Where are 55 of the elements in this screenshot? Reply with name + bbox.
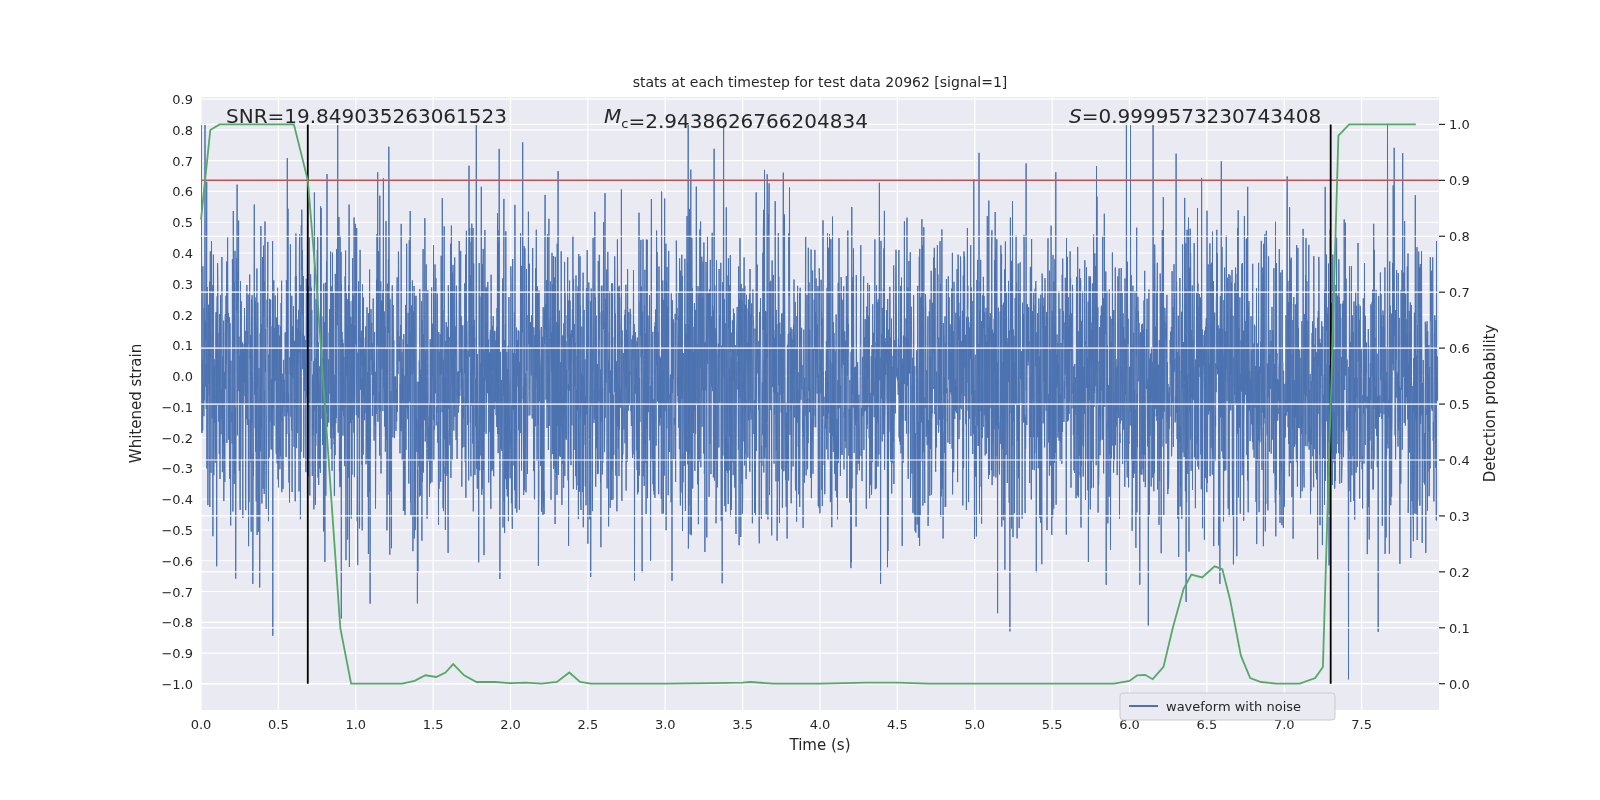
tick-label: 0.0 bbox=[190, 717, 212, 732]
tick-label: −0.6 bbox=[161, 553, 193, 569]
tick-label: 3.5 bbox=[732, 717, 753, 732]
tick-label: 0.2 bbox=[172, 307, 193, 323]
tick-label: 0.1 bbox=[1449, 620, 1470, 636]
annotation-text: SNR=19.849035263061523 bbox=[226, 104, 507, 128]
tick-label: −0.7 bbox=[161, 584, 193, 600]
tick-label: 1.0 bbox=[1449, 117, 1470, 133]
tick-label: 0.9 bbox=[1449, 173, 1470, 189]
tick-label: −0.9 bbox=[161, 646, 193, 662]
tick-label: 0.4 bbox=[172, 246, 193, 261]
tick-label: 4.5 bbox=[887, 717, 908, 732]
tick-label: 0.3 bbox=[172, 276, 193, 292]
tick-label: 0.5 bbox=[268, 717, 289, 732]
annotation-text: M$_{c}$=2.9438626766204834 bbox=[604, 104, 868, 133]
tick-label: 0.8 bbox=[172, 122, 193, 138]
legend-label: waveform with noise bbox=[1166, 699, 1302, 714]
tick-label: 0.4 bbox=[1449, 453, 1470, 468]
tick-label: 2.0 bbox=[500, 717, 521, 732]
tick-label: 3.0 bbox=[654, 717, 676, 732]
annotation-text: S=0.9999573230743408 bbox=[1069, 104, 1322, 128]
tick-label: 0.5 bbox=[172, 215, 193, 231]
tick-label: 6.0 bbox=[1119, 717, 1140, 732]
tick-label: −0.4 bbox=[161, 492, 193, 508]
tick-label: 4.0 bbox=[809, 717, 831, 732]
tick-label: 0.9 bbox=[172, 92, 193, 108]
tick-label: 0.6 bbox=[172, 184, 193, 200]
axis-title: Time (s) bbox=[789, 736, 851, 754]
tick-label: 0.0 bbox=[1449, 676, 1470, 692]
tick-label: 2.5 bbox=[577, 717, 599, 732]
tick-label: 0.7 bbox=[172, 153, 193, 169]
tick-label: 7.5 bbox=[1351, 717, 1372, 732]
tick-label: 0.5 bbox=[1449, 397, 1470, 413]
tick-label: 6.5 bbox=[1196, 717, 1218, 732]
tick-label: 0.6 bbox=[1449, 341, 1470, 357]
tick-label: −0.2 bbox=[161, 430, 193, 446]
tick-label: 7.0 bbox=[1273, 717, 1295, 732]
tick-label: 0.8 bbox=[1449, 229, 1470, 245]
axis-title: Detection probability bbox=[1481, 324, 1499, 483]
tick-label: −1.0 bbox=[161, 676, 193, 692]
tick-label: 0.1 bbox=[172, 338, 193, 354]
tick-label: 0.0 bbox=[172, 369, 193, 385]
tick-label: 1.0 bbox=[345, 717, 367, 732]
tick-label: 0.2 bbox=[1449, 564, 1470, 580]
chart-title: stats at each timestep for test data 20962 [signal=1] bbox=[632, 74, 1008, 90]
tick-label: 0.7 bbox=[1449, 285, 1470, 301]
tick-label: −0.1 bbox=[161, 399, 193, 415]
tick-label: 0.3 bbox=[1449, 508, 1470, 524]
tick-label: −0.8 bbox=[161, 615, 193, 631]
tick-label: −0.5 bbox=[161, 523, 193, 538]
tick-label: −0.3 bbox=[161, 461, 193, 477]
axis-title: Whitened strain bbox=[127, 343, 145, 464]
tick-label: 5.0 bbox=[964, 717, 986, 732]
tick-label: 1.5 bbox=[422, 717, 444, 732]
tick-label: 5.5 bbox=[1041, 717, 1063, 732]
